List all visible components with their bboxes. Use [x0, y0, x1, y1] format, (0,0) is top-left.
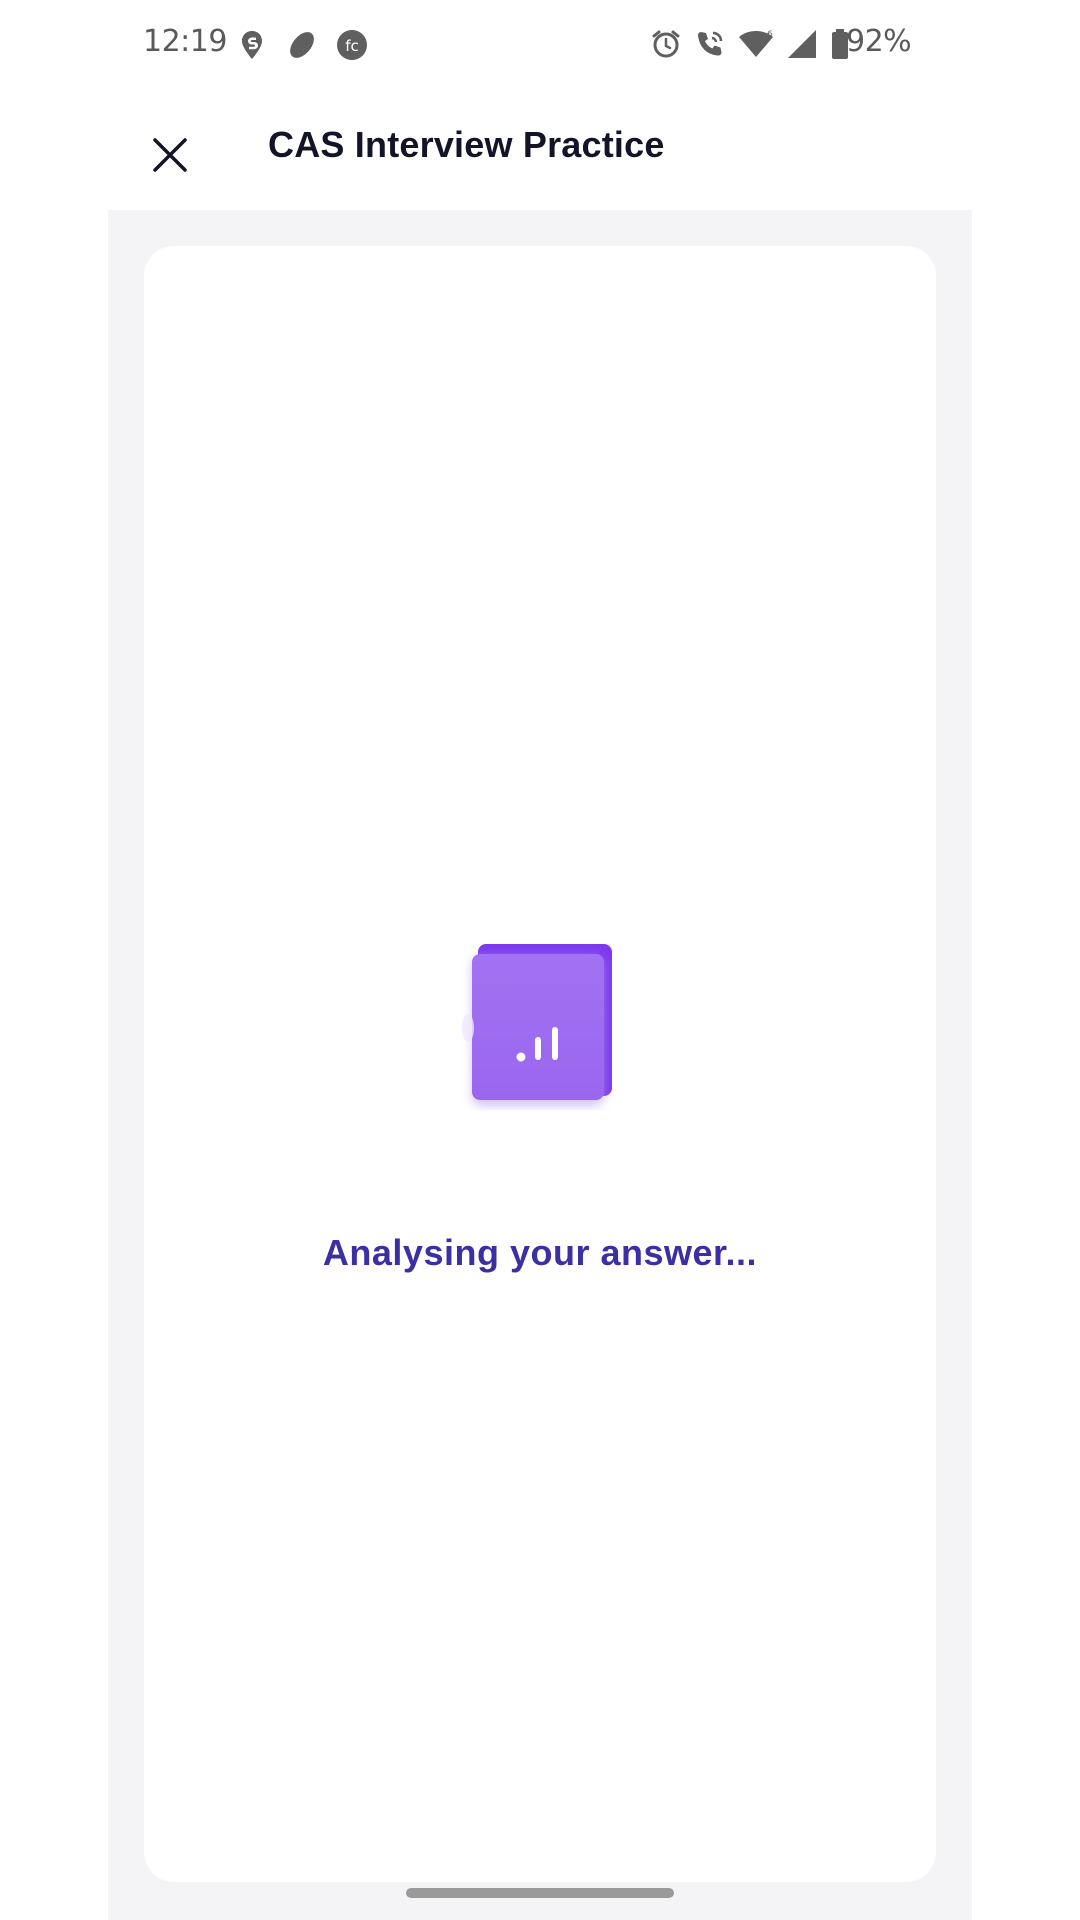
leaf-icon	[286, 29, 318, 61]
screen: 12:19 fc 6 92% CAS Interview Practice An…	[0, 0, 1080, 1920]
alarm-icon	[650, 28, 682, 64]
app-header: CAS Interview Practice	[0, 90, 1080, 210]
notification-icons: fc	[236, 29, 368, 61]
svg-text:6: 6	[767, 30, 773, 40]
svg-text:fc: fc	[345, 37, 359, 55]
analysis-chart-icon	[458, 940, 618, 1110]
close-icon	[153, 138, 187, 172]
close-button[interactable]	[140, 125, 200, 185]
system-icons: 6	[650, 28, 850, 64]
swiggy-icon	[236, 29, 268, 61]
status-time: 12:19	[143, 24, 227, 59]
home-indicator[interactable]	[406, 1888, 674, 1898]
wifi-call-icon	[694, 28, 726, 64]
signal-icon	[786, 28, 818, 64]
fc-icon: fc	[336, 29, 368, 61]
wifi-icon: 6	[738, 28, 774, 64]
battery-percent: 92%	[846, 24, 912, 59]
page-title: CAS Interview Practice	[268, 124, 665, 165]
status-message: Analysing your answer...	[322, 1232, 758, 1273]
status-bar: 12:19 fc 6 92%	[0, 0, 1080, 90]
